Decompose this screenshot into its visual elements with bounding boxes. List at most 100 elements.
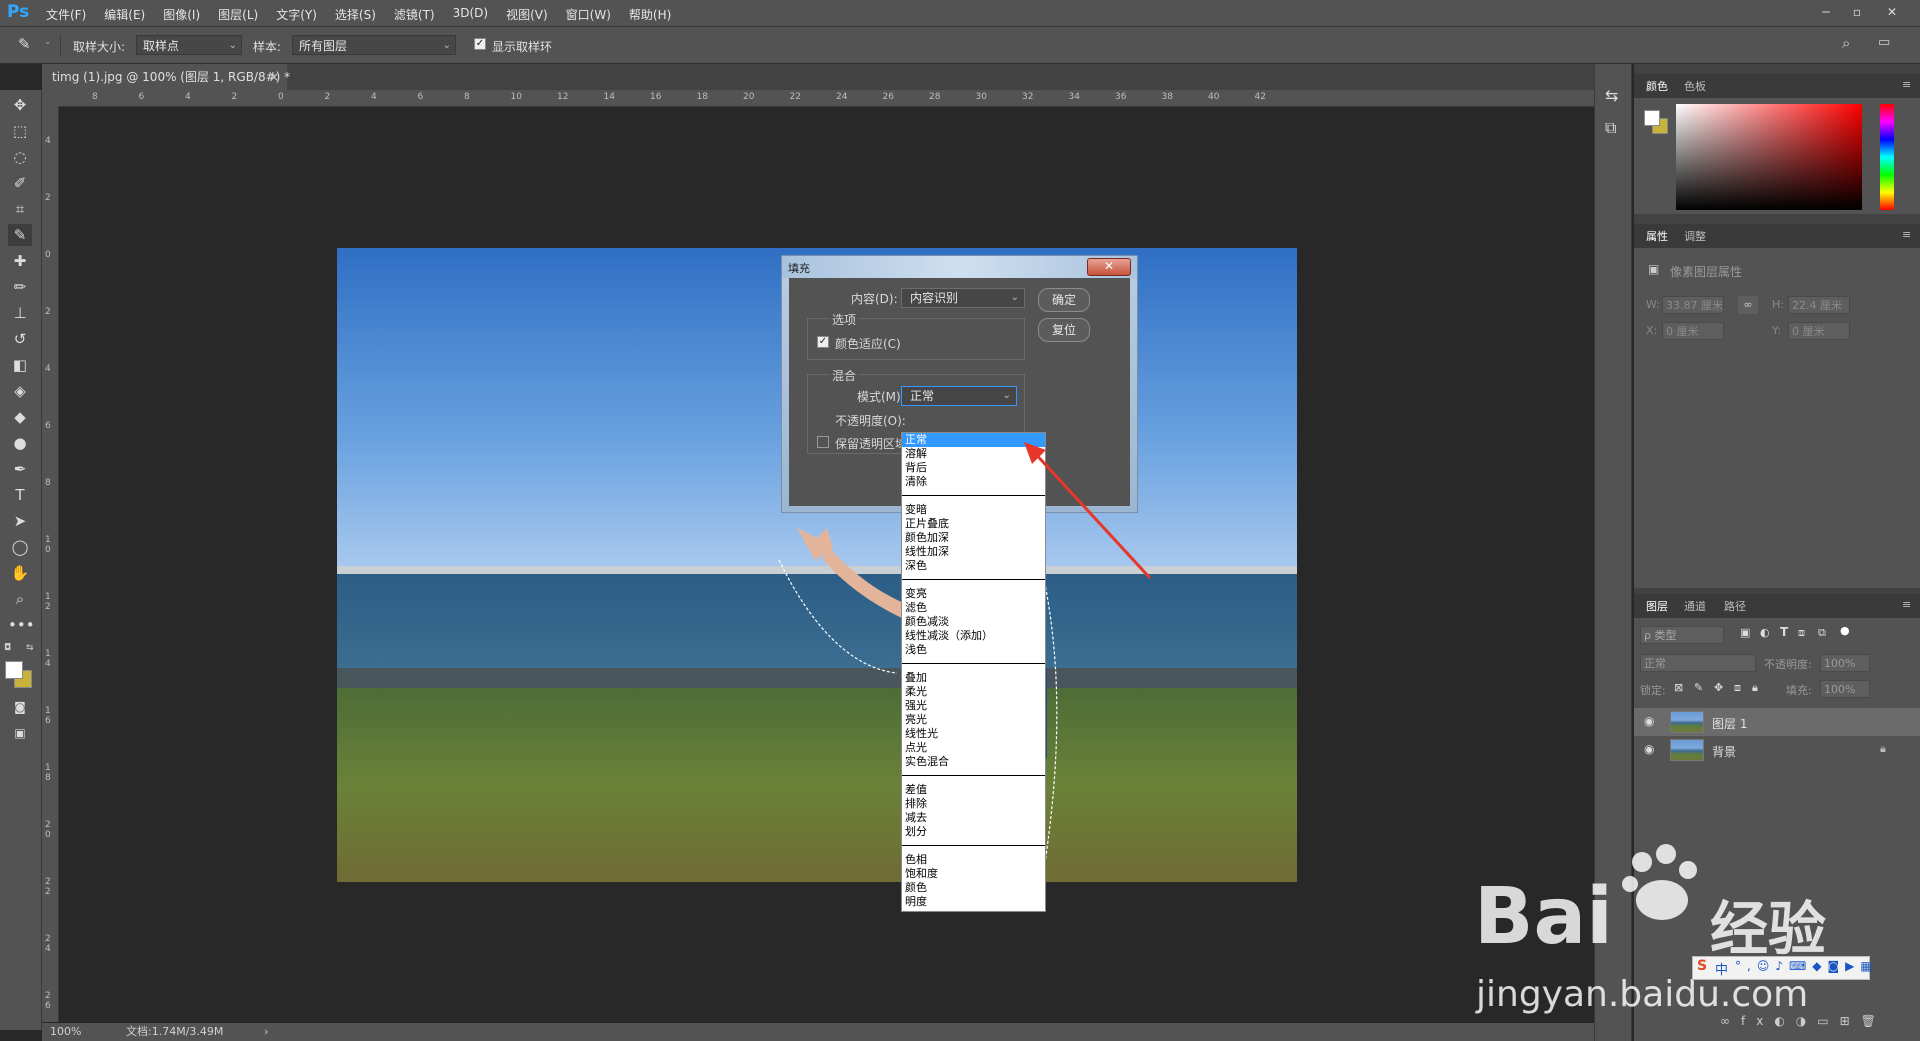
tab-adjustments[interactable]: 调整 (1684, 228, 1706, 244)
filter-adjust-icon[interactable]: ◐ (1760, 626, 1770, 639)
sample-size-select[interactable]: 取样点 ⌄ (136, 35, 242, 55)
healing-brush-icon[interactable]: ✚ (8, 250, 32, 272)
quick-select-tool-icon[interactable]: ✐ (8, 172, 32, 194)
default-colors-icon[interactable]: ◘ (4, 643, 11, 653)
menu-file[interactable]: 文件(F) (46, 6, 86, 23)
fg-swatch[interactable] (1644, 110, 1660, 126)
blend-mode-option[interactable]: 饱和度 (902, 867, 1045, 881)
blend-mode-option[interactable]: 实色混合 (902, 755, 1045, 769)
eyedropper-tool-icon[interactable]: ✎ (8, 224, 32, 246)
reset-button[interactable]: 复位 (1038, 318, 1090, 342)
menu-filter[interactable]: 滤镜(T) (394, 6, 435, 23)
menu-edit[interactable]: 编辑(E) (104, 6, 145, 23)
blend-mode-option[interactable]: 强光 (902, 699, 1045, 713)
blend-mode-option[interactable]: 线性减淡（添加） (902, 629, 1045, 643)
mode-select[interactable]: 正常 ⌄ (901, 386, 1017, 406)
layer-opacity-input[interactable]: 100% (1820, 654, 1870, 672)
filter-smart-icon[interactable]: ⧉ (1818, 626, 1826, 640)
filter-shape-icon[interactable]: ⧈ (1798, 626, 1805, 640)
swap-colors-icon[interactable]: ⇆ (26, 643, 34, 653)
sample-select[interactable]: 所有图层 ⌄ (292, 35, 456, 55)
dodge-tool-icon[interactable]: ● (8, 432, 32, 454)
document-tab[interactable]: timg (1).jpg @ 100% (图层 1, RGB/8#) * × (42, 64, 290, 90)
crop-tool-icon[interactable]: ⌗ (8, 198, 32, 220)
filter-toggle-icon[interactable]: ● (1840, 624, 1850, 637)
pen-tool-icon[interactable]: ✒ (8, 458, 32, 480)
link-icon[interactable]: ∞ (1738, 296, 1758, 314)
filter-image-icon[interactable]: ▣ (1740, 626, 1750, 639)
brush-tool-icon[interactable]: ✏ (8, 276, 32, 298)
lock-position-icon[interactable]: ✥ (1714, 681, 1723, 694)
panel-menu-icon[interactable]: ≡ (1902, 78, 1911, 91)
menu-help[interactable]: 帮助(H) (629, 6, 671, 23)
hue-slider[interactable] (1880, 104, 1894, 210)
actions-panel-icon[interactable]: ⧉ (1605, 118, 1616, 138)
lock-pixels-icon[interactable]: ⊠ (1674, 681, 1683, 694)
tab-properties[interactable]: 属性 (1646, 228, 1668, 244)
blend-mode-option[interactable]: 排除 (902, 797, 1045, 811)
eyedropper-icon[interactable]: ✎ (18, 35, 31, 53)
lock-all-icon[interactable]: 🔒︎ (1752, 681, 1758, 695)
blend-mode-option[interactable]: 点光 (902, 741, 1045, 755)
zoom-tool-icon[interactable]: ⌕ (8, 588, 32, 610)
blend-mode-option[interactable]: 叠加 (902, 671, 1045, 685)
search-icon[interactable]: ⌕ (1842, 34, 1850, 52)
tab-paths[interactable]: 路径 (1724, 598, 1746, 614)
menu-type[interactable]: 文字(Y) (276, 6, 317, 23)
blend-mode-option[interactable]: 亮光 (902, 713, 1045, 727)
blend-mode-option[interactable]: 线性光 (902, 727, 1045, 741)
screen-mode-icon[interactable]: ▣ (8, 722, 32, 744)
eye-icon[interactable]: ◉ (1644, 742, 1654, 756)
blur-tool-icon[interactable]: ◆ (8, 406, 32, 428)
color-field[interactable] (1676, 104, 1862, 210)
tab-channels[interactable]: 通道 (1684, 598, 1706, 614)
panel-menu-icon[interactable]: ≡ (1902, 228, 1911, 241)
blend-mode-option[interactable]: 颜色减淡 (902, 615, 1045, 629)
blend-mode-option[interactable]: 浅色 (902, 643, 1045, 657)
type-tool-icon[interactable]: T (8, 484, 32, 506)
eraser-tool-icon[interactable]: ◧ (8, 354, 32, 376)
content-select[interactable]: 内容识别 ⌄ (901, 288, 1025, 308)
eye-icon[interactable]: ◉ (1644, 714, 1654, 728)
blend-mode-option[interactable]: 差值 (902, 783, 1045, 797)
blend-mode-option[interactable]: 划分 (902, 825, 1045, 839)
history-brush-icon[interactable]: ↺ (8, 328, 32, 350)
menu-layer[interactable]: 图层(L) (218, 6, 258, 23)
dialog-close-button[interactable]: ✕ (1087, 258, 1131, 276)
stamp-tool-icon[interactable]: ⊥ (8, 302, 32, 324)
h-input[interactable]: 22.4 厘米 (1788, 296, 1850, 314)
preserve-transparency-checkbox[interactable] (817, 436, 829, 448)
marquee-tool-icon[interactable]: ⬚ (8, 120, 32, 142)
more-tools-icon[interactable]: ••• (8, 614, 35, 636)
menu-3d[interactable]: 3D(D) (453, 6, 488, 23)
blend-mode-option[interactable]: 明度 (902, 895, 1045, 909)
path-select-icon[interactable]: ➤ (8, 510, 32, 532)
x-input[interactable]: 0 厘米 (1662, 322, 1724, 340)
layer-row[interactable]: ◉ 图层 1 (1634, 708, 1920, 736)
color-adapt-checkbox[interactable]: ✓ (817, 336, 829, 348)
ime-mode[interactable]: 中 (1715, 959, 1728, 978)
tab-close-icon[interactable]: × (269, 64, 279, 90)
lock-artboard-icon[interactable]: ⧈ (1734, 681, 1741, 695)
restore-button[interactable]: ▫ (1845, 3, 1869, 21)
blend-mode-option[interactable]: 色相 (902, 853, 1045, 867)
workspace-icon[interactable]: ▭ (1878, 35, 1890, 50)
status-arrow[interactable]: › (264, 1023, 268, 1041)
show-ring-checkbox[interactable]: ✓ (474, 38, 486, 50)
lock-brush-icon[interactable]: ✎ (1694, 681, 1703, 694)
history-panel-icon[interactable]: ⇆ (1605, 86, 1618, 105)
layer-row[interactable]: ◉ 背景 🔒︎ (1634, 736, 1920, 764)
menu-image[interactable]: 图像(I) (163, 6, 200, 23)
blend-mode-option[interactable]: 颜色 (902, 881, 1045, 895)
layer-filter-select[interactable]: ρ 类型 (1640, 626, 1724, 644)
tab-layers[interactable]: 图层 (1646, 598, 1668, 614)
panel-menu-icon[interactable]: ≡ (1902, 598, 1911, 611)
fill-input[interactable]: 100% (1820, 680, 1870, 698)
blend-mode-option[interactable]: 柔光 (902, 685, 1045, 699)
ime-toolbar[interactable]: S 中 °,☺♪⌨◆◙▶▦ (1692, 956, 1872, 980)
zoom-level[interactable]: 100% (50, 1023, 81, 1041)
filter-type-icon[interactable]: T (1780, 625, 1788, 639)
chevron-down-icon[interactable]: ⌄ (44, 37, 52, 47)
foreground-color-swatch[interactable] (5, 661, 23, 679)
layer-blend-select[interactable]: 正常 (1640, 654, 1756, 672)
